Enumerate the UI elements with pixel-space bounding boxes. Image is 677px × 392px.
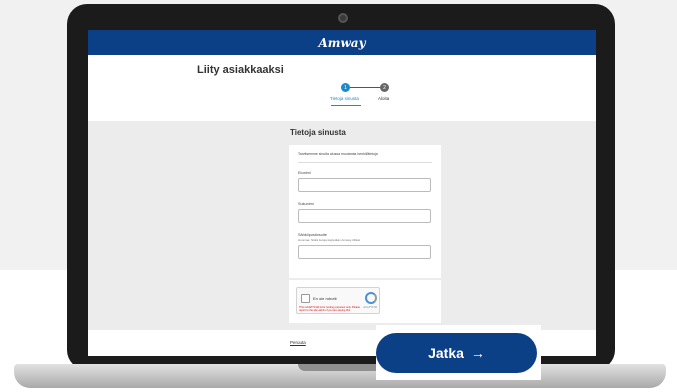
camera-icon bbox=[338, 13, 348, 23]
page-title: Liity asiakkaaksi bbox=[197, 64, 284, 76]
laptop-notch bbox=[298, 364, 382, 371]
step-2-indicator: 2 bbox=[380, 83, 389, 92]
recaptcha-icon bbox=[365, 292, 377, 304]
step-connector bbox=[350, 87, 380, 88]
captcha-label: En ole robotti bbox=[313, 296, 337, 301]
last-name-label: Sukunimi bbox=[298, 202, 314, 206]
title-area: Liity asiakkaaksi 1 2 Tietoja sinusta Al… bbox=[88, 55, 596, 121]
captcha-card: En ole robotti reCAPTCHA This reCAPTCHA … bbox=[289, 280, 441, 323]
first-name-input[interactable] bbox=[298, 178, 431, 192]
first-name-label: Etunimi bbox=[298, 171, 311, 175]
amway-logo[interactable]: Amway bbox=[318, 36, 365, 50]
recaptcha-widget: En ole robotti reCAPTCHA This reCAPTCHA … bbox=[296, 287, 380, 314]
captcha-checkbox[interactable] bbox=[301, 294, 310, 303]
cancel-link[interactable]: Peruuta bbox=[290, 340, 306, 345]
step-2-label: Aloita bbox=[378, 96, 390, 101]
captcha-test-warning: This reCAPTCHA is for testing purposes o… bbox=[299, 306, 360, 313]
continue-button[interactable]: Jatka → bbox=[376, 333, 537, 373]
step-1-indicator: 1 bbox=[341, 83, 350, 92]
section-title: Tietoja sinusta bbox=[290, 128, 346, 137]
email-hint: Huomaa: Näitä tietoja käytetään Amway-ti… bbox=[298, 238, 361, 242]
active-step-underline bbox=[331, 105, 361, 106]
email-label: Sähköpostiosoite bbox=[298, 233, 327, 237]
card-intro: Tarvitsemme sinulta alussa muutamia henk… bbox=[298, 152, 432, 163]
last-name-input[interactable] bbox=[298, 209, 431, 223]
continue-label: Jatka bbox=[428, 345, 464, 361]
email-input[interactable] bbox=[298, 245, 431, 259]
site-header: Amway bbox=[88, 30, 596, 55]
step-1-label: Tietoja sinusta bbox=[330, 96, 359, 101]
laptop-screen: Amway Liity asiakkaaksi 1 2 Tietoja sinu… bbox=[88, 30, 596, 356]
recaptcha-caption: reCAPTCHA bbox=[363, 306, 378, 309]
personal-info-card: Tarvitsemme sinulta alussa muutamia henk… bbox=[289, 145, 441, 278]
arrow-right-icon: → bbox=[470, 345, 485, 361]
